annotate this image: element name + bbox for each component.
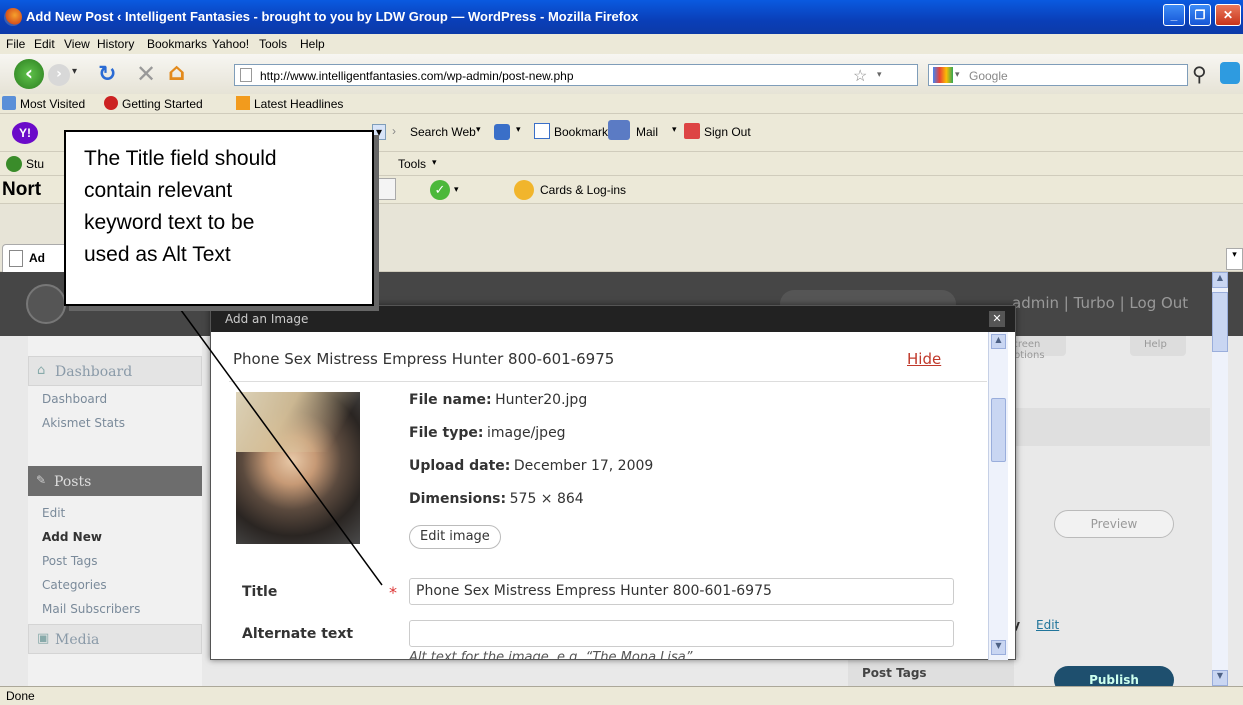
callout-line-2: contain relevant: [84, 179, 233, 202]
callout-pointer-line: [177, 305, 383, 586]
callout-line-3: keyword text to be: [84, 211, 255, 234]
callout-line-4: used as Alt Text: [84, 243, 231, 266]
callout-box: The Title field should contain relevant …: [64, 130, 374, 306]
status-text: Done: [6, 689, 35, 703]
status-bar: Done: [0, 686, 1243, 705]
callout-line-1: The Title field should: [84, 147, 277, 170]
